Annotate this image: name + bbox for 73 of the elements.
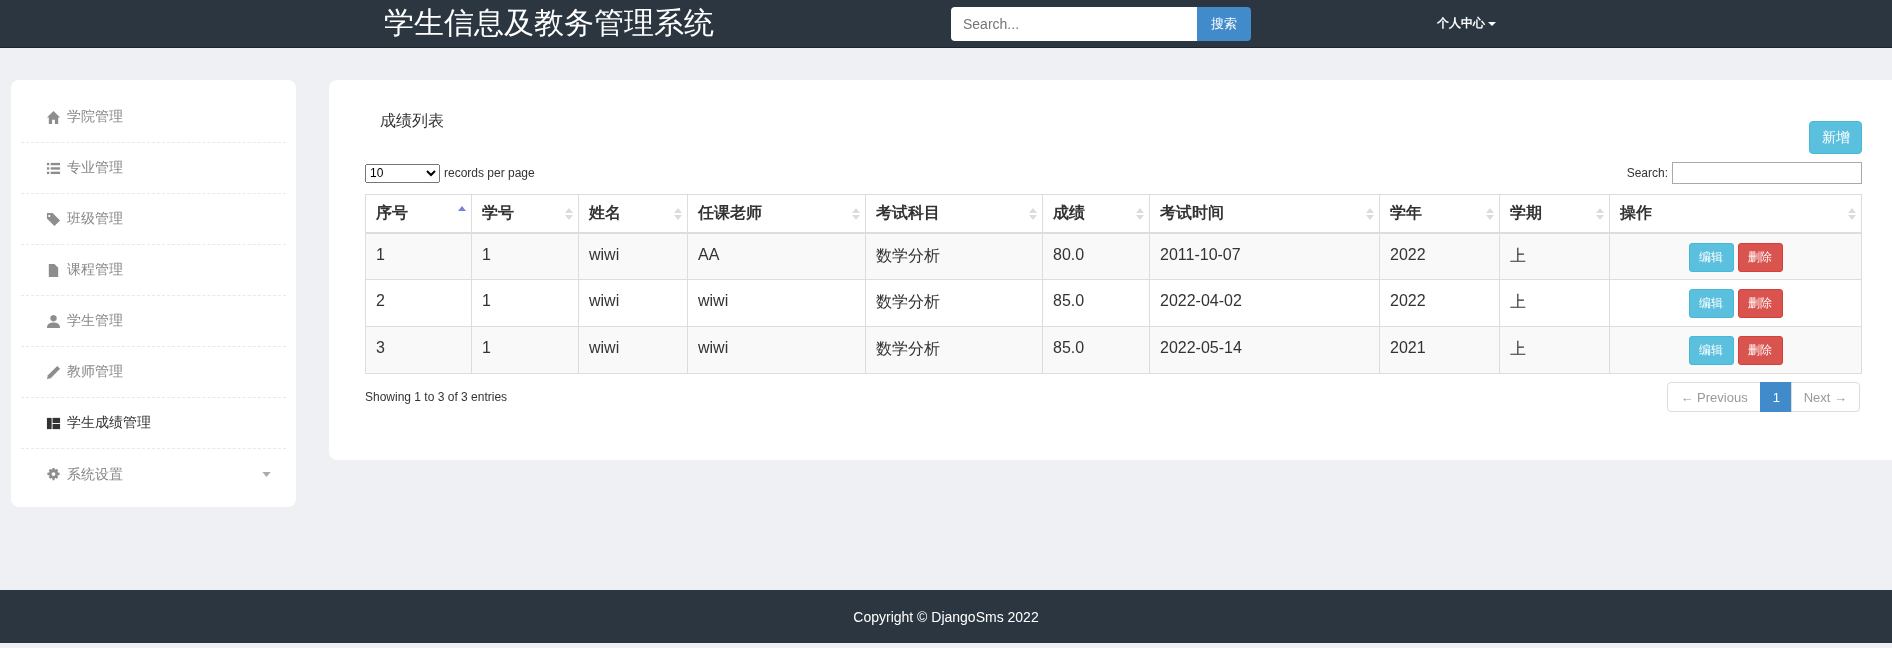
pagination-button[interactable]: 1 — [1759, 382, 1792, 412]
column-header[interactable]: 任课老师 — [687, 194, 866, 233]
table-cell: wiwi — [578, 232, 688, 280]
table-search-field[interactable] — [1672, 162, 1862, 184]
delete-button[interactable]: 删除 — [1737, 336, 1783, 365]
table-cell: 数学分析 — [865, 232, 1043, 280]
add-button[interactable]: 新增 — [1809, 121, 1862, 154]
sidebar-item[interactable]: 班级管理 — [21, 194, 286, 245]
search-field[interactable]: Search... — [951, 6, 1197, 41]
edit-button[interactable]: 编辑 — [1688, 336, 1734, 365]
user-icon — [46, 313, 61, 329]
tag-icon — [46, 211, 61, 227]
column-header[interactable]: 学期 — [1499, 194, 1610, 233]
search-label: Search: — [1626, 166, 1668, 180]
table-cell: 3 — [365, 326, 472, 374]
user-menu[interactable]: 个人中心 — [1431, 14, 1502, 33]
list-icon — [46, 160, 61, 176]
table-cell: 85.0 — [1042, 326, 1150, 374]
table-cell: AA — [687, 232, 866, 280]
gear-icon — [46, 467, 61, 482]
column-header[interactable]: 考试时间 — [1149, 194, 1380, 233]
table-cell: 2011-10-07 — [1149, 232, 1380, 280]
table-cell: 2022 — [1379, 232, 1500, 280]
column-header[interactable]: 考试科目 — [865, 194, 1043, 233]
table-cell: 1 — [471, 279, 579, 327]
delete-button[interactable]: 删除 — [1737, 289, 1783, 318]
panel-title: 成绩列表 — [380, 111, 444, 131]
table-cell: wiwi — [687, 326, 866, 374]
site-title: 学生信息及教务管理系统 — [384, 5, 715, 41]
table-cell: 2022 — [1379, 279, 1500, 327]
grid-icon — [46, 415, 61, 431]
edit-button[interactable]: 编辑 — [1688, 242, 1734, 272]
table-cell: wiwi — [687, 279, 866, 327]
table-cell: 数学分析 — [865, 326, 1043, 374]
table-info: Showing 1 to 3 of 3 entries — [365, 390, 508, 404]
column-header[interactable]: 姓名 — [578, 194, 688, 233]
file-icon — [46, 262, 61, 278]
edit-button[interactable]: 编辑 — [1688, 289, 1734, 318]
table-cell: wiwi — [578, 279, 688, 327]
sidebar-item[interactable]: 学生管理 — [21, 296, 286, 347]
sidebar-item[interactable]: 系统设置 — [21, 449, 286, 500]
delete-button[interactable]: 删除 — [1737, 242, 1783, 272]
caret-icon — [262, 472, 271, 477]
table-cell: 1 — [471, 232, 579, 280]
column-header[interactable]: 成绩 — [1042, 194, 1150, 233]
sidebar-item[interactable]: 教师管理 — [21, 347, 286, 398]
table-cell: 上 — [1499, 279, 1610, 327]
table-cell: 2022-04-02 — [1149, 279, 1380, 327]
column-header[interactable]: 学号 — [471, 194, 579, 233]
table-cell: 85.0 — [1042, 279, 1150, 327]
table-cell: 2021 — [1379, 326, 1500, 374]
table-cell: 2022-05-14 — [1149, 326, 1380, 374]
column-header[interactable]: 学年 — [1379, 194, 1500, 233]
sidebar-item[interactable]: 课程管理 — [21, 245, 286, 296]
table-cell: 上 — [1499, 326, 1610, 374]
sidebar-item[interactable]: 学院管理 — [21, 92, 286, 143]
pencil-icon — [46, 364, 61, 380]
table-cell: 1 — [471, 326, 579, 374]
copyright-text: Copyright © DjangoSms 2022 — [853, 608, 1039, 625]
home-icon — [46, 109, 61, 125]
table-cell: 1 — [365, 232, 472, 280]
table-cell: 80.0 — [1042, 232, 1150, 280]
sidebar-item[interactable]: 学生成绩管理 — [21, 398, 286, 449]
table-cell: 数学分析 — [865, 279, 1043, 327]
table-cell: 2 — [365, 279, 472, 327]
column-header[interactable]: 序号 — [365, 194, 472, 233]
table-cell: 上 — [1499, 232, 1610, 280]
page-size-select[interactable]: 10 — [365, 163, 440, 183]
table-cell: wiwi — [578, 326, 688, 374]
search-button[interactable]: 搜索 — [1197, 6, 1251, 41]
column-header[interactable]: 操作 — [1609, 194, 1862, 233]
sidebar-item[interactable]: 专业管理 — [21, 143, 286, 194]
page-size-label: records per page — [444, 166, 535, 180]
